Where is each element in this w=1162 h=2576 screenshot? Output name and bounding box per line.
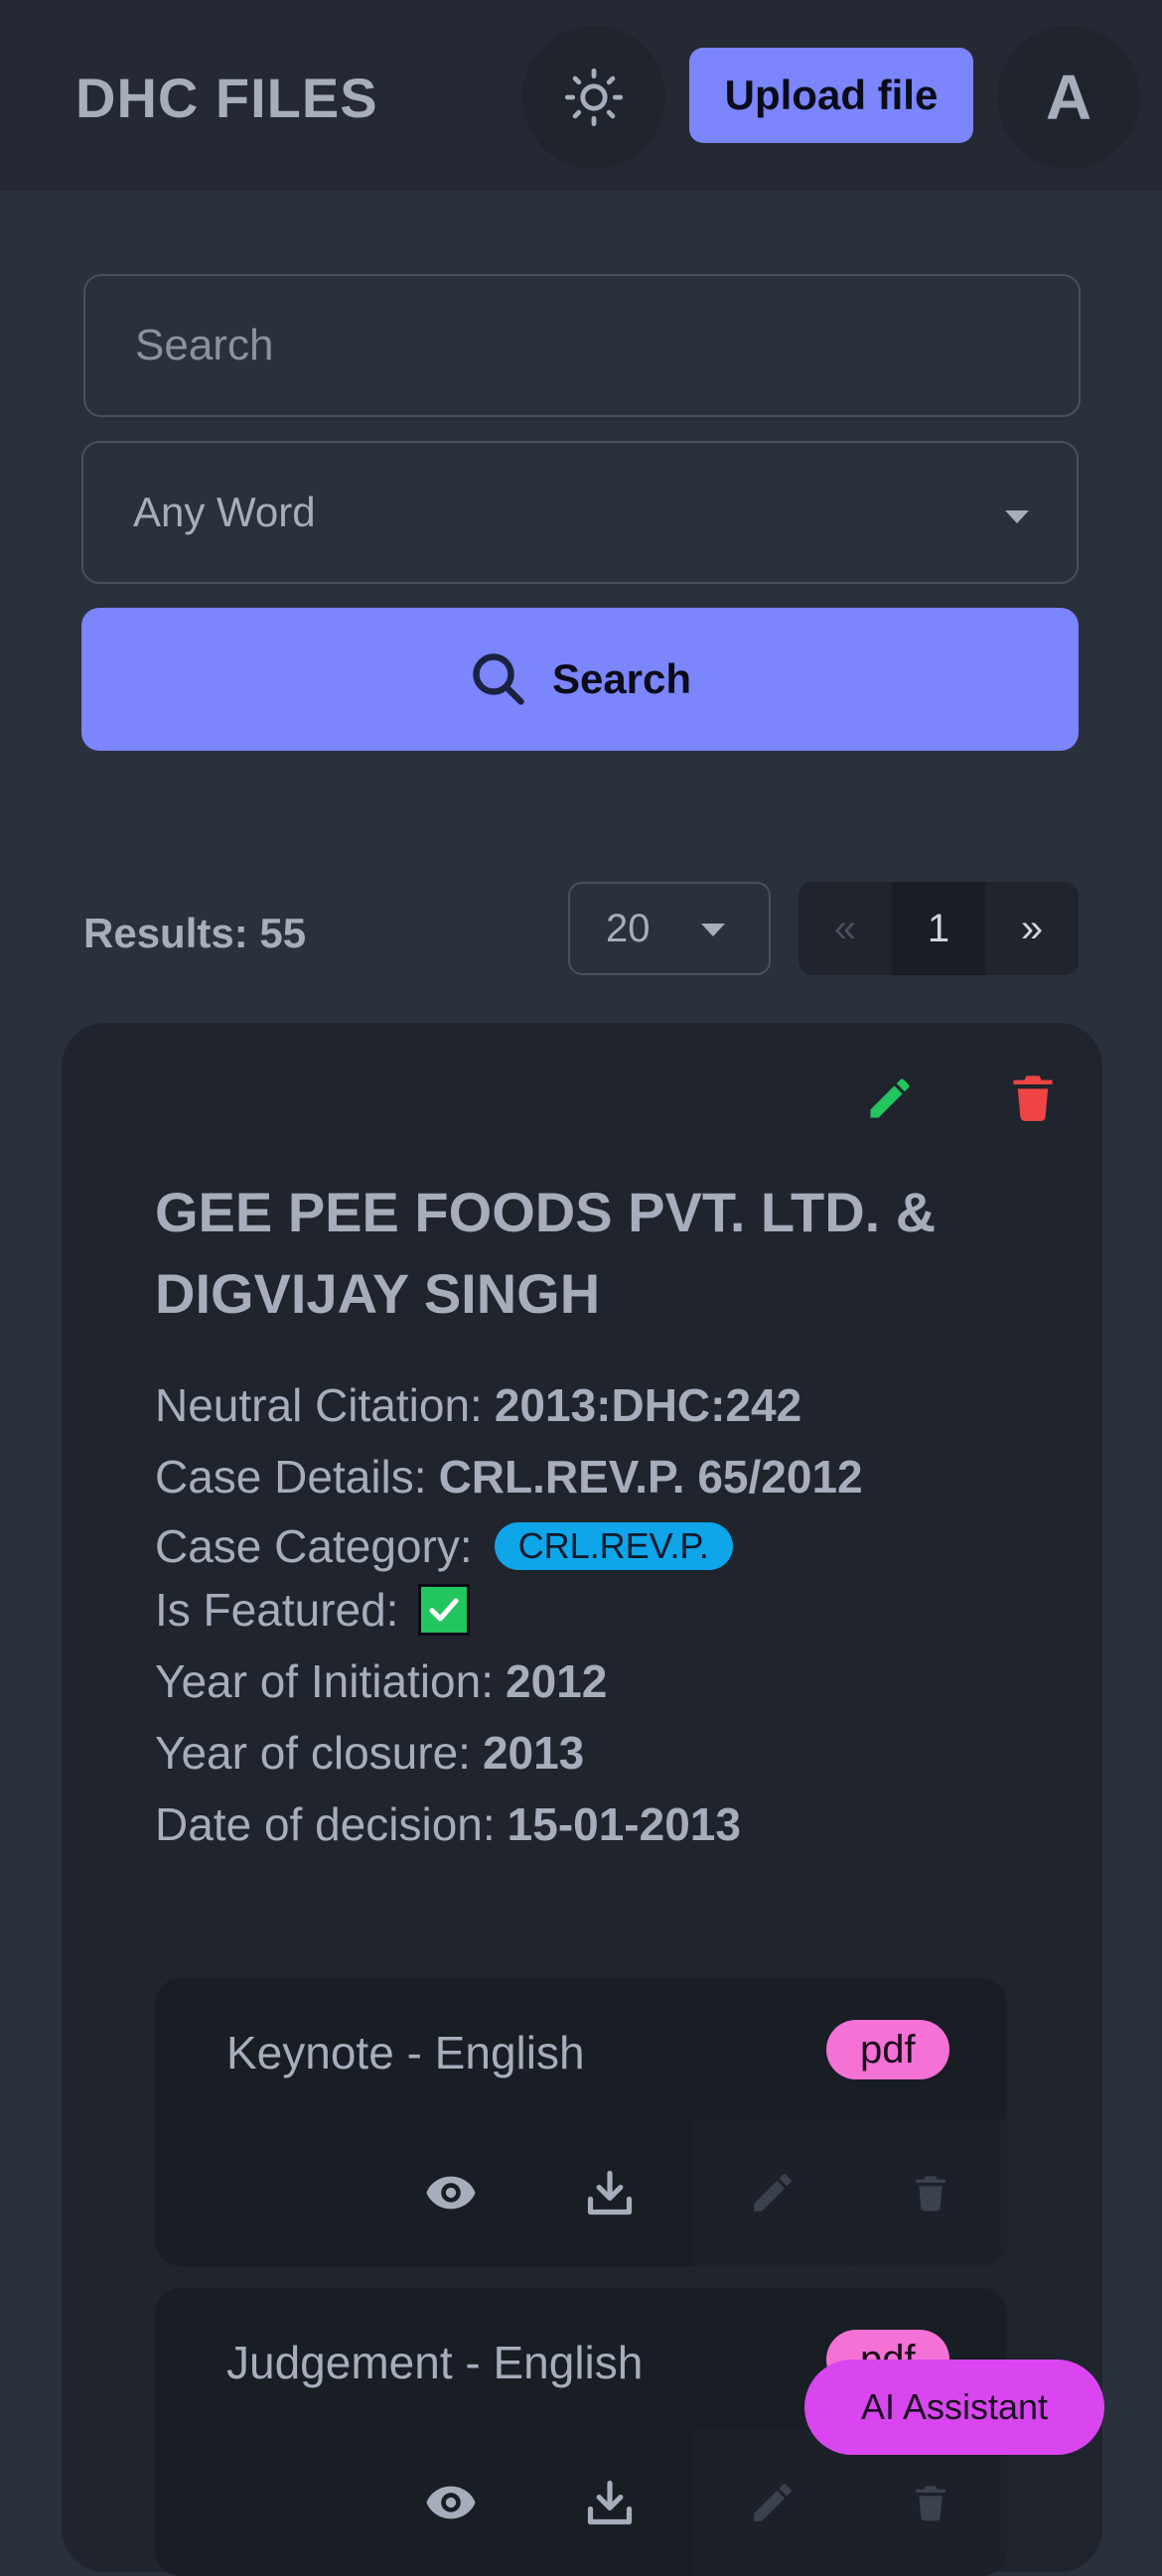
- pagination-prev[interactable]: «: [799, 882, 892, 975]
- theme-toggle-button[interactable]: [522, 26, 665, 169]
- eye-icon: [426, 2176, 476, 2210]
- delete-case-button[interactable]: [1007, 1069, 1059, 1131]
- edit-file-button[interactable]: [693, 2119, 852, 2266]
- eye-icon: [426, 2486, 476, 2519]
- neutral-citation-label: Neutral Citation:: [155, 1379, 483, 1431]
- case-title: GEE PEE FOODS PVT. LTD. & DIGVIJAY SINGH: [155, 1181, 937, 1325]
- case-category-badge: CRL.REV.P.: [494, 1522, 733, 1570]
- file-actions: [155, 2119, 1007, 2266]
- year-closure-value: 2013: [482, 1727, 585, 1779]
- upload-file-button[interactable]: Upload file: [689, 48, 973, 143]
- year-initiation-row: Year of Initiation: 2012: [155, 1654, 607, 1708]
- file-name: Judgement - English: [226, 2337, 644, 2388]
- app-brand[interactable]: DHC FILES: [75, 66, 378, 130]
- delete-file-button[interactable]: [854, 2119, 1007, 2266]
- date-decision-value: 15-01-2013: [507, 1798, 741, 1850]
- chevron-down-icon: [701, 924, 725, 936]
- trash-icon: [916, 2176, 945, 2212]
- edit-case-button[interactable]: [864, 1073, 916, 1129]
- case-details-row: Case Details: CRL.REV.P. 65/2012: [155, 1450, 863, 1503]
- chevron-down-icon: [1005, 510, 1029, 523]
- case-details-value: CRL.REV.P. 65/2012: [438, 1451, 863, 1503]
- view-file-button[interactable]: [371, 2119, 530, 2266]
- results-count: Results: 55: [83, 910, 307, 956]
- pagination: « 1 »: [799, 882, 1079, 975]
- avatar[interactable]: A: [997, 26, 1140, 169]
- search-input[interactable]: [83, 274, 1081, 417]
- sun-icon: [564, 68, 624, 127]
- download-icon: [587, 2170, 633, 2216]
- file-name: Keynote - English: [226, 2027, 585, 2078]
- year-initiation-value: 2012: [505, 1655, 608, 1707]
- per-page-value: 20: [606, 906, 651, 950]
- file-type-badge: pdf: [826, 2020, 949, 2079]
- pencil-icon: [870, 1078, 910, 1118]
- date-decision-label: Date of decision:: [155, 1798, 496, 1850]
- trash-icon: [916, 2486, 945, 2521]
- download-file-button[interactable]: [530, 2429, 689, 2576]
- pagination-next[interactable]: »: [985, 882, 1079, 975]
- search-icon: [473, 653, 524, 705]
- file-item: Keynote - English pdf: [155, 1978, 1007, 2266]
- pencil-icon: [754, 2484, 792, 2521]
- is-featured-row: Is Featured:: [155, 1583, 471, 1637]
- download-file-button[interactable]: [530, 2119, 689, 2266]
- date-decision-row: Date of decision: 15-01-2013: [155, 1797, 741, 1851]
- per-page-select[interactable]: 20: [568, 882, 771, 975]
- match-mode-select[interactable]: Any Word: [81, 441, 1079, 584]
- ai-assistant-button[interactable]: AI Assistant: [804, 2360, 1104, 2455]
- year-closure-row: Year of closure: 2013: [155, 1726, 584, 1780]
- match-mode-value: Any Word: [133, 489, 316, 535]
- year-initiation-label: Year of Initiation:: [155, 1655, 494, 1707]
- pagination-current[interactable]: 1: [892, 882, 985, 975]
- case-category-label: Case Category:: [155, 1520, 473, 1572]
- case-category-row: Case Category: CRL.REV.P.: [155, 1519, 733, 1573]
- search-button[interactable]: Search: [81, 608, 1079, 751]
- search-button-label: Search: [551, 655, 692, 702]
- neutral-citation-value: 2013:DHC:242: [494, 1379, 802, 1431]
- year-closure-label: Year of closure:: [155, 1727, 471, 1779]
- check-icon: [418, 1584, 471, 1636]
- edit-file-button[interactable]: [693, 2429, 852, 2576]
- is-featured-label: Is Featured:: [155, 1584, 399, 1636]
- pencil-icon: [754, 2174, 792, 2212]
- download-icon: [587, 2480, 633, 2525]
- neutral-citation-row: Neutral Citation: 2013:DHC:242: [155, 1378, 801, 1432]
- view-file-button[interactable]: [371, 2429, 530, 2576]
- case-details-label: Case Details:: [155, 1451, 427, 1503]
- trash-icon: [1013, 1075, 1053, 1121]
